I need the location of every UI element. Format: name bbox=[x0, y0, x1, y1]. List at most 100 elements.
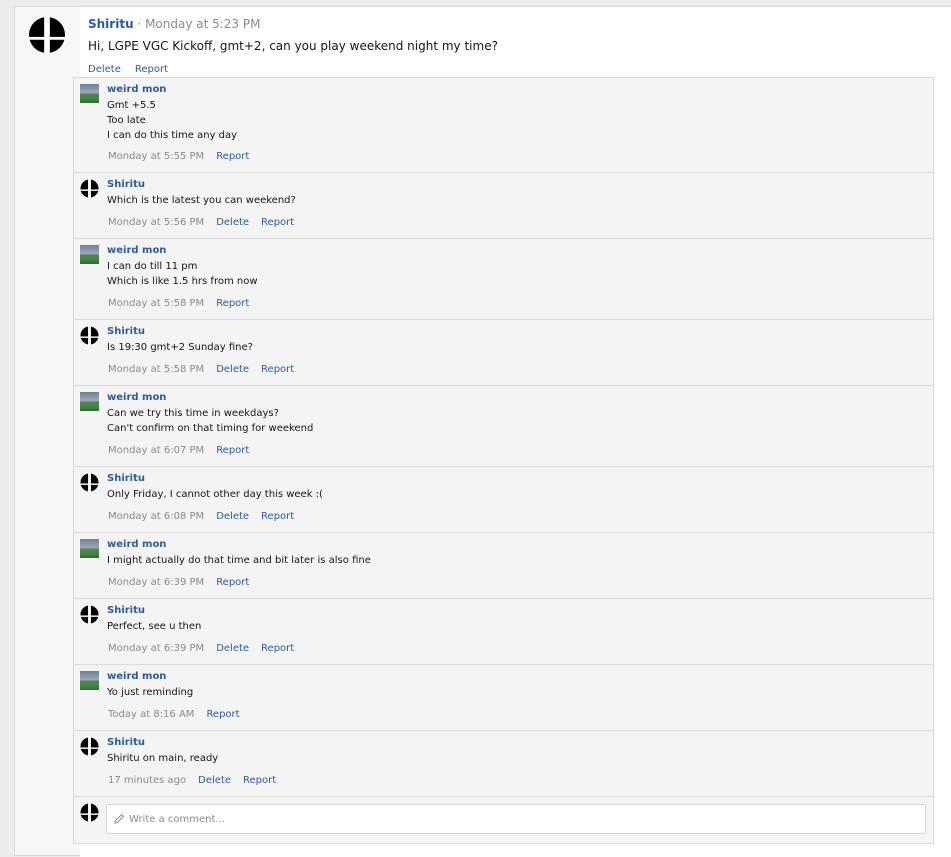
comment-line: Too late bbox=[107, 115, 146, 126]
avatar[interactable] bbox=[80, 245, 99, 264]
comment-time[interactable]: Monday at 5:56 PM bbox=[108, 217, 204, 228]
comment-text: Is 19:30 gmt+2 Sunday fine? bbox=[107, 340, 253, 355]
comment-time[interactable]: Monday at 5:55 PM bbox=[108, 151, 204, 162]
avatar[interactable] bbox=[80, 539, 99, 558]
avatar[interactable] bbox=[80, 326, 99, 345]
comment-line: I can do this time any day bbox=[107, 130, 238, 141]
comment-report-link[interactable]: Report bbox=[216, 151, 249, 162]
comment-line: Can't confirm on that timing for weekend bbox=[107, 423, 314, 434]
comment-delete-link[interactable]: Delete bbox=[216, 217, 249, 228]
avatar[interactable] bbox=[80, 737, 99, 756]
comment-time[interactable]: Today at 8:16 AM bbox=[108, 709, 194, 720]
avatar[interactable] bbox=[80, 179, 99, 198]
comment-text: Gmt +5.5 Too late I can do this time any… bbox=[107, 98, 237, 143]
stadium-photo-icon bbox=[80, 539, 99, 558]
comment-item: Shiritu Which is the latest you can week… bbox=[74, 173, 933, 239]
comment-meta: 17 minutes ago Delete Report bbox=[108, 775, 276, 786]
avatar[interactable] bbox=[80, 803, 99, 822]
comment-report-link[interactable]: Report bbox=[261, 364, 294, 375]
post-text: Hi, LGPE VGC Kickoff, gmt+2, can you pla… bbox=[88, 39, 498, 53]
smash-ball-icon bbox=[80, 326, 99, 345]
comment-text: Yo just reminding bbox=[107, 685, 193, 700]
comment-line: Which is like 1.5 hrs from now bbox=[107, 276, 258, 287]
comment-report-link[interactable]: Report bbox=[216, 577, 249, 588]
comment-report-link[interactable]: Report bbox=[216, 298, 249, 309]
comment-author[interactable]: weird mon bbox=[107, 245, 166, 256]
avatar[interactable] bbox=[80, 671, 99, 690]
comment-input-placeholder: Write a comment... bbox=[129, 814, 225, 825]
comment-author[interactable]: weird mon bbox=[107, 84, 166, 95]
comment-author[interactable]: weird mon bbox=[107, 539, 166, 550]
comment-item: Shiritu Is 19:30 gmt+2 Sunday fine? Mond… bbox=[74, 320, 933, 386]
comment-form: Write a comment... bbox=[74, 797, 933, 843]
comment-report-link[interactable]: Report bbox=[243, 775, 276, 786]
comment-line: Is 19:30 gmt+2 Sunday fine? bbox=[107, 342, 253, 353]
comment-item: weird mon Yo just reminding Today at 8:1… bbox=[74, 665, 933, 731]
comment-line: Can we try this time in weekdays? bbox=[107, 408, 279, 419]
smash-ball-icon bbox=[80, 737, 99, 756]
post-delete-link[interactable]: Delete bbox=[88, 64, 121, 75]
comment-author[interactable]: Shiritu bbox=[107, 737, 145, 748]
post-report-link[interactable]: Report bbox=[135, 64, 168, 75]
comment-text: Perfect, see u then bbox=[107, 619, 201, 634]
comment-time[interactable]: Monday at 5:58 PM bbox=[108, 298, 204, 309]
smash-ball-icon bbox=[28, 16, 66, 54]
pencil-icon bbox=[114, 813, 125, 824]
comment-author[interactable]: Shiritu bbox=[107, 473, 145, 484]
comment-item: Shiritu Only Friday, I cannot other day … bbox=[74, 467, 933, 533]
avatar[interactable] bbox=[80, 473, 99, 492]
comment-author[interactable]: Shiritu bbox=[107, 179, 145, 190]
comment-report-link[interactable]: Report bbox=[261, 643, 294, 654]
comment-list: weird mon Gmt +5.5 Too late I can do thi… bbox=[73, 77, 934, 844]
comment-time[interactable]: Monday at 6:39 PM bbox=[108, 577, 204, 588]
comment-line: Shiritu on main, ready bbox=[107, 753, 219, 764]
avatar[interactable] bbox=[80, 605, 99, 624]
comment-author[interactable]: Shiritu bbox=[107, 326, 145, 337]
comment-author[interactable]: weird mon bbox=[107, 671, 166, 682]
comment-author[interactable]: Shiritu bbox=[107, 605, 145, 616]
post-actions: Delete Report bbox=[88, 64, 182, 75]
comment-time[interactable]: Monday at 6:07 PM bbox=[108, 445, 204, 456]
comment-meta: Monday at 5:58 PM Delete Report bbox=[108, 364, 294, 375]
comment-time[interactable]: Monday at 6:39 PM bbox=[108, 643, 204, 654]
comment-meta: Monday at 6:07 PM Report bbox=[108, 445, 249, 456]
comment-report-link[interactable]: Report bbox=[261, 511, 294, 522]
comment-delete-link[interactable]: Delete bbox=[216, 511, 249, 522]
comment-delete-link[interactable]: Delete bbox=[216, 364, 249, 375]
comment-line: Yo just reminding bbox=[107, 687, 194, 698]
avatar[interactable] bbox=[80, 392, 99, 411]
avatar[interactable] bbox=[80, 84, 99, 103]
comment-time[interactable]: Monday at 5:58 PM bbox=[108, 364, 204, 375]
comment-line: Gmt +5.5 bbox=[107, 100, 156, 111]
comment-report-link[interactable]: Report bbox=[216, 445, 249, 456]
comment-report-link[interactable]: Report bbox=[261, 217, 294, 228]
comment-time[interactable]: 17 minutes ago bbox=[108, 775, 186, 786]
comment-item: Shiritu Perfect, see u then Monday at 6:… bbox=[74, 599, 933, 665]
comment-meta: Monday at 5:55 PM Report bbox=[108, 151, 249, 162]
stadium-photo-icon bbox=[80, 245, 99, 264]
comment-line: I might actually do that time and bit la… bbox=[107, 555, 371, 566]
comment-text: Can we try this time in weekdays? Can't … bbox=[107, 406, 313, 436]
comment-delete-link[interactable]: Delete bbox=[198, 775, 231, 786]
comment-item: weird mon I might actually do that time … bbox=[74, 533, 933, 599]
comment-text: Which is the latest you can weekend? bbox=[107, 193, 296, 208]
post-time[interactable]: Monday at 5:23 PM bbox=[145, 17, 260, 31]
comment-author[interactable]: weird mon bbox=[107, 392, 166, 403]
comment-meta: Monday at 6:08 PM Delete Report bbox=[108, 511, 294, 522]
comment-time[interactable]: Monday at 6:08 PM bbox=[108, 511, 204, 522]
stadium-photo-icon bbox=[80, 671, 99, 690]
post-author[interactable]: Shiritu bbox=[88, 17, 134, 31]
comment-report-link[interactable]: Report bbox=[206, 709, 239, 720]
comment-item: weird mon Gmt +5.5 Too late I can do thi… bbox=[74, 78, 933, 173]
comment-text: Only Friday, I cannot other day this wee… bbox=[107, 487, 323, 502]
comment-delete-link[interactable]: Delete bbox=[216, 643, 249, 654]
stadium-photo-icon bbox=[80, 392, 99, 411]
comment-text: I might actually do that time and bit la… bbox=[107, 553, 371, 568]
comment-input[interactable]: Write a comment... bbox=[106, 804, 926, 834]
comment-meta: Monday at 5:56 PM Delete Report bbox=[108, 217, 294, 228]
smash-ball-icon bbox=[80, 803, 99, 822]
comment-item: weird mon Can we try this time in weekda… bbox=[74, 386, 933, 467]
comment-item: weird mon I can do till 11 pm Which is l… bbox=[74, 239, 933, 320]
comment-meta: Today at 8:16 AM Report bbox=[108, 709, 240, 720]
comment-line: Perfect, see u then bbox=[107, 621, 202, 632]
